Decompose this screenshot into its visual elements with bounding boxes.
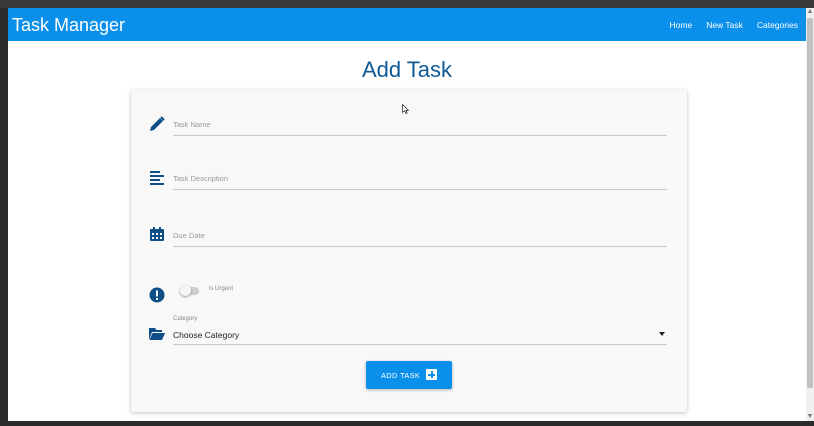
pencil-icon — [150, 116, 165, 131]
align-left-icon — [150, 171, 164, 185]
nav-link-categories[interactable]: Categories — [757, 19, 798, 31]
add-task-form-card: is Urgent Category Choose Category ADD T… — [131, 90, 687, 412]
mouse-cursor-icon — [402, 104, 410, 114]
add-task-button-label: ADD TASK — [381, 371, 421, 380]
task-description-input[interactable] — [173, 168, 667, 190]
caret-down-icon — [659, 332, 665, 336]
page-scrollbar[interactable]: ▲ ▼ — [806, 8, 814, 421]
urgent-toggle[interactable] — [180, 285, 199, 296]
page-title: Add Task — [361, 57, 453, 82]
due-date-field — [173, 225, 667, 247]
scrollbar-thumb[interactable] — [807, 18, 813, 388]
category-select-value: Choose Category — [173, 330, 240, 340]
folder-open-icon — [149, 328, 165, 340]
scroll-up-arrow-icon[interactable]: ▲ — [806, 8, 814, 16]
scroll-down-arrow-icon[interactable]: ▼ — [806, 413, 814, 421]
add-task-button[interactable]: ADD TASK — [366, 361, 452, 389]
browser-top-bar — [0, 0, 814, 8]
nav-links: Home New Task Categories — [670, 19, 799, 31]
urgent-label: is Urgent — [209, 286, 234, 292]
exclamation-circle-icon — [149, 287, 165, 303]
brand-title[interactable]: Task Manager — [12, 14, 125, 36]
task-description-field — [173, 168, 667, 190]
task-name-input[interactable] — [173, 114, 667, 136]
plus-square-icon — [426, 369, 437, 380]
category-select[interactable]: Choose Category — [173, 326, 667, 345]
nav-link-new-task[interactable]: New Task — [706, 19, 743, 31]
calendar-icon — [150, 227, 164, 241]
task-name-field — [173, 114, 667, 136]
page-viewport: Task Manager Home New Task Categories Ad… — [8, 8, 806, 421]
navbar: Task Manager Home New Task Categories — [8, 8, 806, 41]
category-label: Category — [173, 316, 198, 322]
urgent-toggle-knob — [180, 285, 191, 296]
nav-link-home[interactable]: Home — [670, 19, 693, 31]
due-date-input[interactable] — [173, 225, 667, 247]
